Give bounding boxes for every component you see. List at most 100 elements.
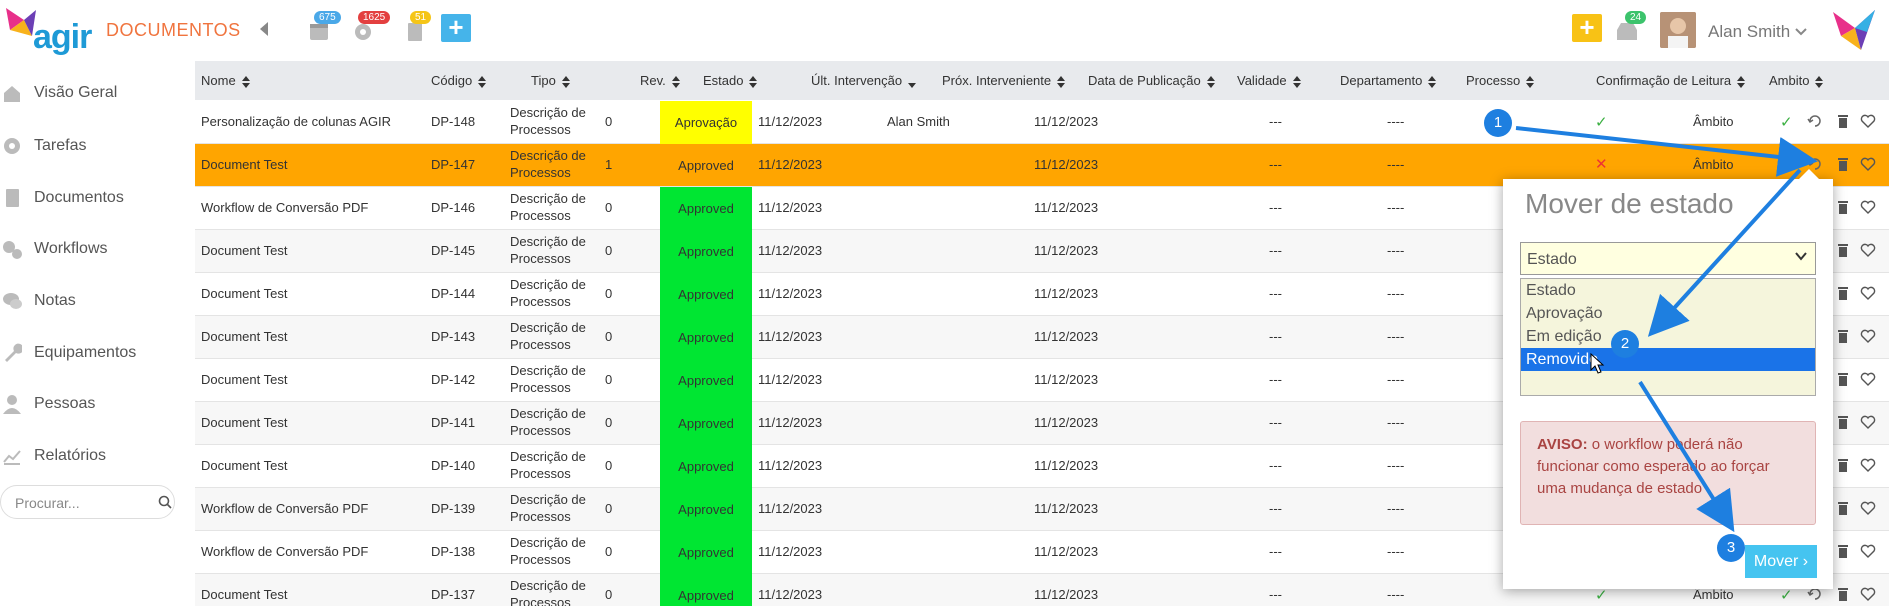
heart-icon[interactable] [1860, 586, 1876, 602]
cell-nome[interactable]: Document Test [201, 415, 287, 430]
trash-icon[interactable] [1835, 285, 1851, 301]
trash-icon[interactable] [1835, 500, 1851, 516]
sort-icon [1815, 75, 1824, 88]
cell-validade: --- [1269, 286, 1282, 301]
cell-tipo: Descrição de Processos [510, 105, 586, 137]
column-header-ult-intervencao[interactable]: Últ. Intervenção [811, 73, 917, 88]
cell-nome[interactable]: Personalização de colunas AGIR [201, 114, 391, 129]
user-name[interactable]: Alan Smith [1708, 22, 1790, 42]
refresh-icon[interactable] [1807, 113, 1823, 129]
cell-tipo: Descrição de Processos [510, 234, 586, 266]
trash-icon[interactable] [1835, 242, 1851, 258]
trash-icon[interactable] [1835, 156, 1851, 172]
column-header-confirmacao-leitura[interactable]: Confirmação de Leitura [1596, 73, 1746, 88]
sidebar-item-visao-geral[interactable]: Visão Geral [0, 78, 195, 108]
cell-nome[interactable]: Document Test [201, 329, 287, 344]
trash-icon[interactable] [1835, 414, 1851, 430]
column-header-estado[interactable]: Estado [703, 73, 758, 88]
quick-add-button[interactable]: + [1572, 14, 1602, 42]
inbox-button[interactable]: 24 [1615, 11, 1647, 42]
calendar-button[interactable]: 675 [308, 11, 341, 42]
sidebar-item-pessoas[interactable]: Pessoas [0, 389, 195, 419]
cell-data-publicacao: 11/12/2023 [1034, 415, 1099, 430]
sort-desc-icon [908, 76, 917, 88]
heart-icon[interactable] [1860, 371, 1876, 387]
cell-ambito[interactable]: Âmbito [1693, 587, 1733, 602]
option-aprovacao[interactable]: Aprovação [1521, 302, 1815, 325]
cell-tipo: Descrição de Processos [510, 535, 586, 567]
heart-icon[interactable] [1860, 328, 1876, 344]
heart-icon[interactable] [1860, 113, 1876, 129]
column-header-processo[interactable]: Processo [1466, 73, 1535, 88]
home-icon [4, 86, 20, 102]
column-header-codigo[interactable]: Código [431, 73, 487, 88]
heart-icon[interactable] [1860, 457, 1876, 473]
trash-icon[interactable] [1835, 371, 1851, 387]
move-button[interactable]: Mover › [1745, 545, 1817, 578]
heart-icon[interactable] [1860, 414, 1876, 430]
cell-nome[interactable]: Document Test [201, 372, 287, 387]
search-input[interactable]: Procurar... [0, 485, 175, 519]
cell-nome[interactable]: Workflow de Conversão PDF [201, 200, 368, 215]
sidebar-item-tarefas[interactable]: Tarefas [0, 131, 195, 161]
cell-nome[interactable]: Document Test [201, 286, 287, 301]
cell-data-publicacao: 11/12/2023 [1034, 200, 1099, 215]
column-header-tipo[interactable]: Tipo [531, 73, 570, 88]
column-header-data-publicacao[interactable]: Data de Publicação [1088, 73, 1215, 88]
status-badge: Approved [678, 158, 734, 173]
cell-nome[interactable]: Document Test [201, 157, 287, 172]
cell-nome[interactable]: Document Test [201, 243, 287, 258]
sidebar-item-equipamentos[interactable]: Equipamentos [0, 338, 195, 368]
column-header-departamento[interactable]: Departamento [1340, 73, 1437, 88]
sidebar-item-notas[interactable]: Notas [0, 286, 195, 316]
approve-check-icon[interactable]: ✓ [1780, 113, 1796, 131]
heart-icon[interactable] [1860, 156, 1876, 172]
cell-rev: 0 [605, 544, 613, 559]
agir-logo[interactable]: agir [6, 6, 96, 56]
cell-tipo: Descrição de Processos [510, 191, 586, 223]
heart-icon[interactable] [1860, 543, 1876, 559]
sidebar-item-relatorios[interactable]: Relatórios [0, 441, 195, 471]
search-icon[interactable] [158, 495, 172, 509]
cell-ambito[interactable]: Âmbito [1693, 157, 1733, 172]
sidebar-item-workflows[interactable]: Workflows [0, 234, 195, 264]
option-estado[interactable]: Estado [1521, 279, 1815, 302]
cell-nome[interactable]: Workflow de Conversão PDF [201, 544, 368, 559]
heart-icon[interactable] [1860, 242, 1876, 258]
trash-icon[interactable] [1835, 586, 1851, 602]
cell-nome[interactable]: Workflow de Conversão PDF [201, 501, 368, 516]
sort-icon [671, 75, 680, 88]
trash-icon[interactable] [1835, 457, 1851, 473]
estado-options-list: Estado Aprovação Em edição Removido [1520, 278, 1816, 396]
column-header-ambito[interactable]: Ambito [1769, 73, 1824, 88]
cell-tipo: Descrição de Processos [510, 406, 586, 438]
cell-tipo: Descrição de Processos [510, 277, 586, 309]
heart-icon[interactable] [1860, 500, 1876, 516]
table-row[interactable]: Personalização de colunas AGIR DP-148 Desc… [195, 101, 1889, 144]
collapse-sidebar-arrow-icon[interactable] [260, 22, 268, 36]
trash-icon[interactable] [1835, 543, 1851, 559]
option-em-edicao[interactable]: Em edição [1521, 325, 1815, 348]
avatar[interactable] [1660, 12, 1696, 48]
alerts-button[interactable]: 1625 [352, 11, 391, 42]
column-header-rev[interactable]: Rev. [640, 73, 680, 88]
option-removido[interactable]: Removido [1521, 348, 1815, 371]
trash-icon[interactable] [1835, 328, 1851, 344]
sidebar-item-documentos[interactable]: Documentos [0, 183, 195, 213]
user-menu-chevron-down-icon[interactable] [1795, 28, 1807, 36]
heart-icon[interactable] [1860, 285, 1876, 301]
column-header-prox-interveniente[interactable]: Próx. Interveniente [942, 73, 1066, 88]
column-header-validade[interactable]: Validade [1237, 73, 1301, 88]
cell-codigo: DP-147 [431, 157, 476, 172]
column-header-nome[interactable]: Nome [201, 73, 250, 88]
cell-ambito[interactable]: Âmbito [1693, 114, 1733, 129]
cell-nome[interactable]: Document Test [201, 587, 287, 602]
heart-icon[interactable] [1860, 199, 1876, 215]
documents-button[interactable]: 51 [404, 11, 432, 42]
cell-codigo: DP-142 [431, 372, 476, 387]
estado-select[interactable]: Estado [1520, 242, 1816, 275]
cell-nome[interactable]: Document Test [201, 458, 287, 473]
trash-icon[interactable] [1835, 113, 1851, 129]
add-button[interactable]: + [441, 14, 471, 42]
trash-icon[interactable] [1835, 199, 1851, 215]
